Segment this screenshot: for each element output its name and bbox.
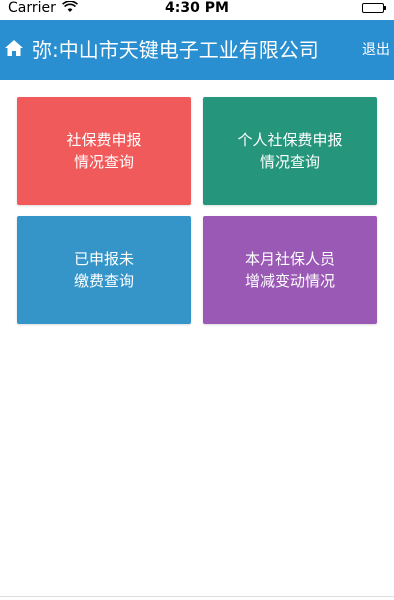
tile-label-line2: 情况查询 xyxy=(73,153,134,171)
tile-label-line2: 缴费查询 xyxy=(73,272,134,290)
status-time: 4:30 PM xyxy=(165,0,229,16)
tile-declared-unpaid-query[interactable]: 已申报未 缴费查询 xyxy=(17,216,191,324)
logout-button[interactable]: 退出 xyxy=(360,20,390,80)
bottom-divider xyxy=(0,596,394,597)
tile-label-line1: 社保费申报 xyxy=(66,131,142,149)
tile-label-line1: 已申报未 xyxy=(73,250,134,268)
tile-label-line1: 本月社保人员 xyxy=(244,250,335,268)
tile-monthly-staff-changes[interactable]: 本月社保人员 增减变动情况 xyxy=(203,216,377,324)
home-icon[interactable] xyxy=(4,38,24,58)
tile-label-line2: 情况查询 xyxy=(259,153,320,171)
tile-label-line1: 个人社保费申报 xyxy=(237,131,343,149)
tile-label-line2: 增减变动情况 xyxy=(244,272,335,290)
tile-social-insurance-declaration-query[interactable]: 社保费申报 情况查询 xyxy=(17,97,191,205)
nav-bar: 弥:中山市天键电子工业有限公司 退出 xyxy=(0,20,394,80)
battery-icon xyxy=(362,3,386,13)
tile-personal-insurance-declaration-query[interactable]: 个人社保费申报 情况查询 xyxy=(203,97,377,205)
status-bar: Carrier 4:30 PM xyxy=(0,0,394,18)
welcome-title: 弥:中山市天键电子工业有限公司 xyxy=(32,38,319,62)
